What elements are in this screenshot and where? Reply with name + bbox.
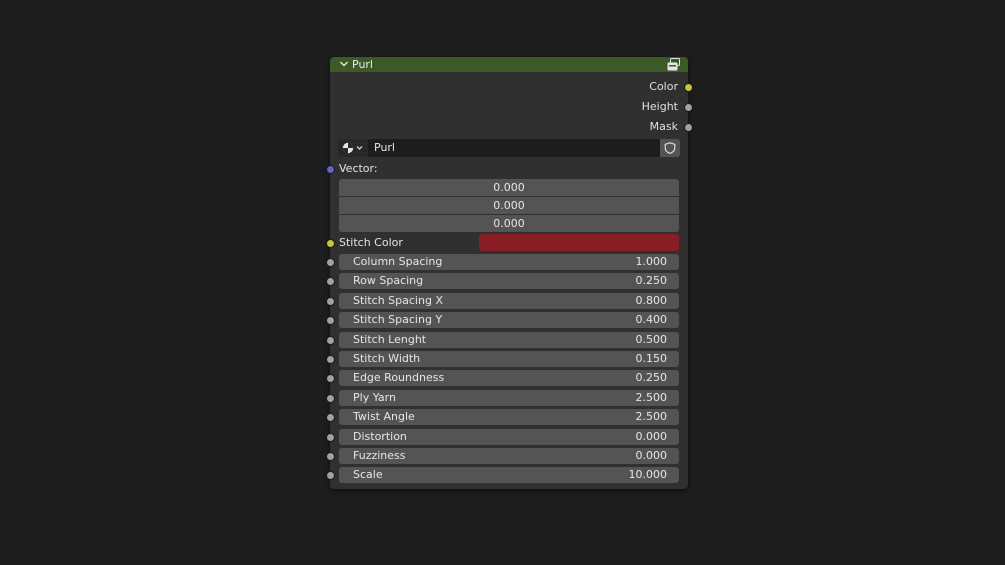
node-group-icon[interactable] [667, 58, 681, 71]
slider-input-socket[interactable] [326, 258, 335, 267]
slider-field[interactable]: Twist Angle 2.500 [339, 409, 679, 425]
vector-label: Vector: [339, 162, 378, 175]
slider-input-socket[interactable] [326, 336, 335, 345]
output-mask-socket[interactable] [684, 123, 693, 132]
slider-label: Stitch Spacing Y [353, 313, 443, 326]
slider-field[interactable]: Ply Yarn 2.500 [339, 390, 679, 406]
slider-input-socket[interactable] [326, 355, 335, 364]
stitch-color-socket[interactable] [326, 239, 335, 248]
output-height-label: Height [641, 100, 678, 113]
slider-value: 0.150 [635, 352, 668, 365]
slider-input-socket[interactable] [326, 433, 335, 442]
slider-value: 0.800 [635, 294, 668, 307]
output-mask-label: Mask [649, 120, 678, 133]
slider-field[interactable]: Scale 10.000 [339, 467, 679, 483]
slider-value: 0.000 [635, 449, 668, 462]
slider-input-socket[interactable] [326, 471, 335, 480]
node-group-name-field[interactable]: Purl [368, 139, 660, 157]
slider-field[interactable]: Column Spacing 1.000 [339, 254, 679, 270]
slider-value: 0.500 [635, 333, 668, 346]
slider-label: Twist Angle [353, 410, 415, 423]
slider-input-socket[interactable] [326, 413, 335, 422]
output-color-label: Color [649, 80, 678, 93]
slider-label: Distortion [353, 430, 407, 443]
slider-input-socket[interactable] [326, 316, 335, 325]
slider-label: Column Spacing [353, 255, 443, 268]
slider-field[interactable]: Fuzziness 0.000 [339, 448, 679, 464]
browse-node-group-button[interactable] [338, 139, 368, 157]
slider-label: Scale [353, 468, 383, 481]
slider-input-socket[interactable] [326, 394, 335, 403]
slider-value: 2.500 [635, 391, 668, 404]
node-title: Purl [352, 58, 373, 71]
slider-field[interactable]: Stitch Spacing X 0.800 [339, 293, 679, 309]
slider-field[interactable]: Row Spacing 0.250 [339, 273, 679, 289]
node-header[interactable]: Purl [330, 57, 688, 72]
fake-user-button[interactable] [660, 139, 680, 157]
slider-label: Fuzziness [353, 449, 406, 462]
slider-label: Edge Roundness [353, 371, 445, 384]
slider-value: 1.000 [635, 255, 668, 268]
slider-label: Row Spacing [353, 274, 424, 287]
slider-value: 0.400 [635, 313, 668, 326]
vector-input-socket[interactable] [326, 165, 335, 174]
slider-field[interactable]: Edge Roundness 0.250 [339, 370, 679, 386]
vector-z-field[interactable]: 0.000 [339, 215, 679, 232]
slider-label: Stitch Width [353, 352, 421, 365]
vector-y-field[interactable]: 0.000 [339, 197, 679, 214]
slider-label: Ply Yarn [353, 391, 396, 404]
node-tree-icon [342, 142, 363, 154]
chevron-down-icon[interactable] [339, 59, 349, 69]
slider-value: 2.500 [635, 410, 668, 423]
slider-label: Stitch Lenght [353, 333, 427, 346]
slider-field[interactable]: Stitch Spacing Y 0.400 [339, 312, 679, 328]
slider-value: 10.000 [628, 468, 668, 481]
slider-field[interactable]: Distortion 0.000 [339, 429, 679, 445]
slider-value: 0.000 [635, 430, 668, 443]
slider-label: Stitch Spacing X [353, 294, 443, 307]
purl-node[interactable]: Purl Color Height Mask Purl Vector: 0.00… [326, 57, 693, 489]
slider-value: 0.250 [635, 274, 668, 287]
slider-input-socket[interactable] [326, 297, 335, 306]
slider-value: 0.250 [635, 371, 668, 384]
slider-input-socket[interactable] [326, 452, 335, 461]
output-height-socket[interactable] [684, 103, 693, 112]
slider-input-socket[interactable] [326, 374, 335, 383]
slider-field[interactable]: Stitch Width 0.150 [339, 351, 679, 367]
stitch-color-label: Stitch Color [339, 236, 403, 249]
vector-x-field[interactable]: 0.000 [339, 179, 679, 196]
output-color-socket[interactable] [684, 83, 693, 92]
slider-field[interactable]: Stitch Lenght 0.500 [339, 332, 679, 348]
shield-icon [664, 142, 676, 154]
node-group-selector: Purl [338, 139, 680, 157]
stitch-color-swatch[interactable] [479, 234, 679, 251]
slider-input-socket[interactable] [326, 277, 335, 286]
